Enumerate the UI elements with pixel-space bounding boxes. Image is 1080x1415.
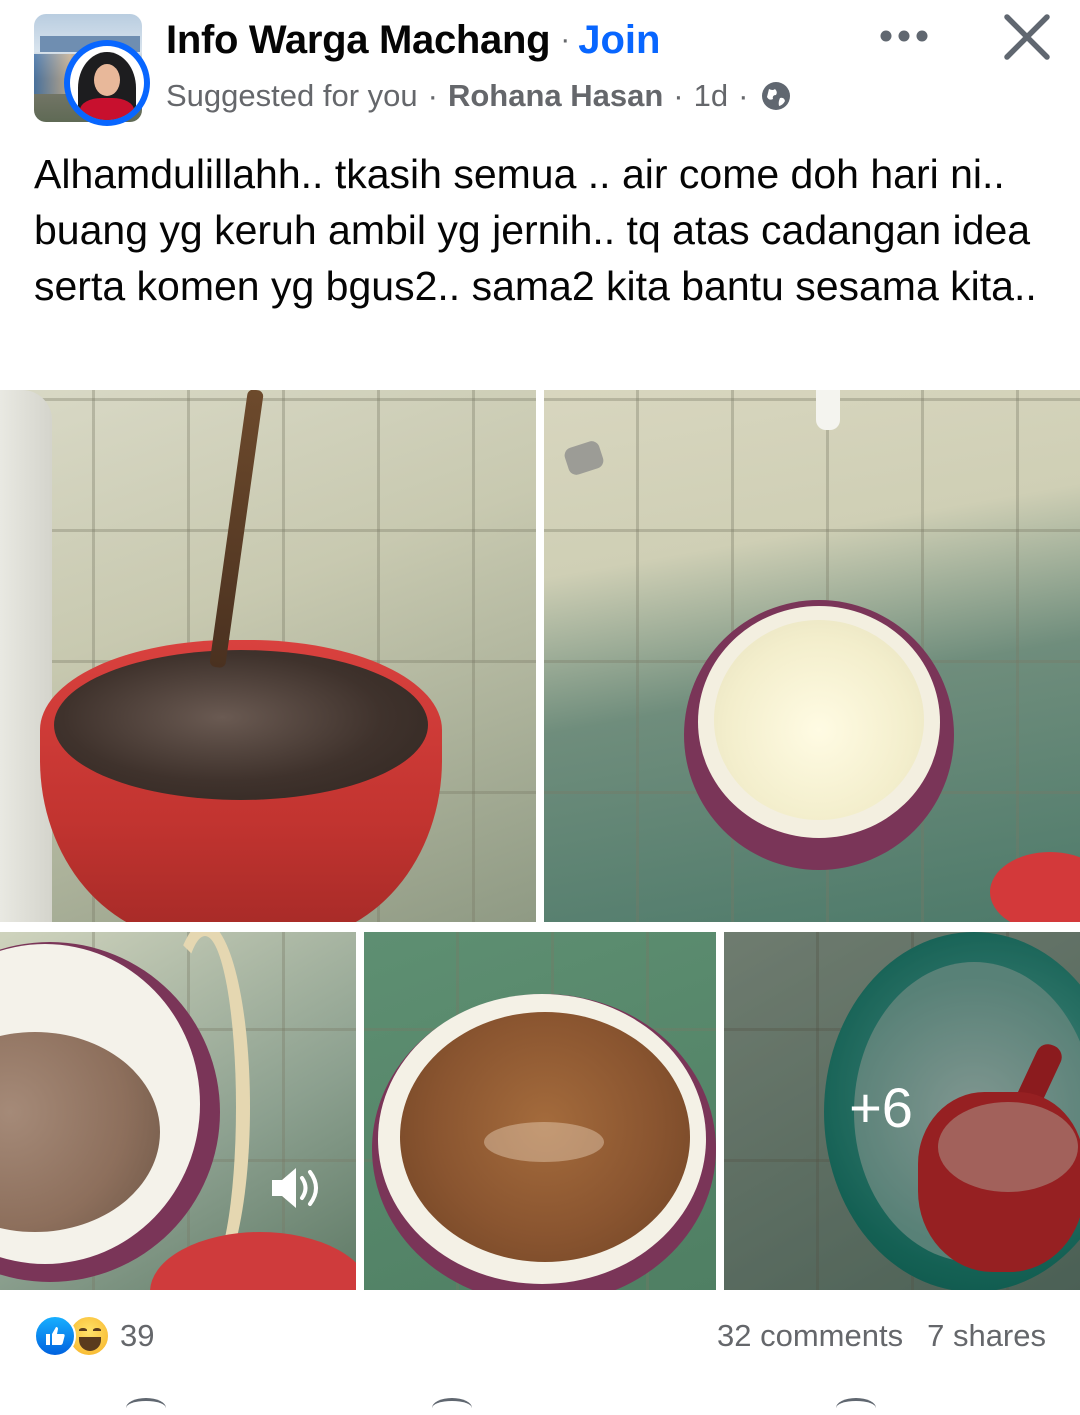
share-action-icon[interactable] bbox=[836, 1398, 876, 1415]
photo-teal-basin-red-scoop[interactable]: +6 bbox=[724, 932, 1080, 1290]
like-action-icon[interactable] bbox=[126, 1398, 166, 1415]
author-avatar[interactable] bbox=[70, 46, 144, 120]
post-header: Info Warga Machang · Join Suggested for … bbox=[0, 0, 1080, 140]
comment-action-icon[interactable] bbox=[432, 1398, 472, 1415]
close-icon bbox=[1004, 14, 1050, 60]
photo-muddy-water-basin[interactable] bbox=[0, 390, 536, 922]
shares-count[interactable]: 7 shares bbox=[927, 1318, 1046, 1354]
close-button[interactable] bbox=[998, 8, 1056, 66]
more-photos-count: +6 bbox=[849, 1075, 913, 1139]
join-button[interactable]: Join bbox=[578, 18, 660, 63]
reactions-summary[interactable]: 39 bbox=[34, 1314, 154, 1358]
more-options-button[interactable] bbox=[872, 16, 936, 56]
post-time[interactable]: 1d bbox=[694, 78, 728, 114]
more-dots-icon bbox=[880, 30, 928, 42]
action-bar-partial bbox=[0, 1398, 1080, 1415]
speaker-icon[interactable] bbox=[268, 1160, 326, 1216]
suggested-label: Suggested for you bbox=[166, 78, 418, 113]
group-name[interactable]: Info Warga Machang bbox=[166, 18, 551, 63]
photo-grid: +6 bbox=[0, 390, 1080, 1290]
more-photos-overlay[interactable]: +6 bbox=[724, 932, 1080, 1290]
title-line: Info Warga Machang · Join bbox=[166, 14, 660, 66]
globe-icon bbox=[762, 82, 791, 110]
video-bucket-brown-water[interactable] bbox=[0, 932, 356, 1290]
like-icon bbox=[34, 1315, 76, 1357]
photo-empty-white-bucket[interactable] bbox=[544, 390, 1080, 922]
title-separator: · bbox=[560, 23, 571, 56]
comments-count[interactable]: 32 comments bbox=[717, 1318, 903, 1354]
meta-separator: · bbox=[427, 78, 438, 113]
reaction-count: 39 bbox=[120, 1318, 155, 1353]
post-meta: Suggested for you · Rohana Hasan · 1d · bbox=[166, 76, 792, 116]
meta-separator: · bbox=[738, 78, 749, 113]
post-text: Alhamdulillahh.. tkasih semua .. air com… bbox=[34, 151, 1037, 309]
engagement-stats: 32 comments 7 shares bbox=[717, 1318, 1046, 1354]
post-footer: 39 32 comments 7 shares bbox=[0, 1290, 1080, 1415]
author-name[interactable]: Rohana Hasan bbox=[448, 78, 663, 114]
meta-separator: · bbox=[673, 78, 684, 113]
photo-bucket-amber-water[interactable] bbox=[364, 932, 716, 1290]
